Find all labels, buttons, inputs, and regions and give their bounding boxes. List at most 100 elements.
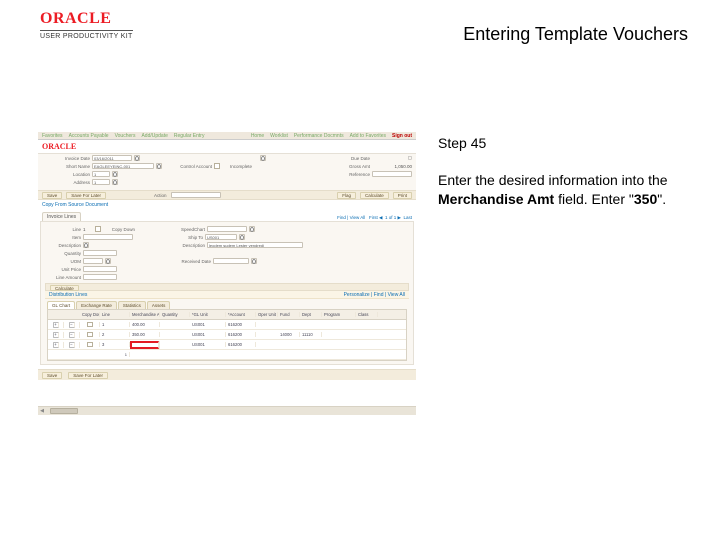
tab-gl-chart[interactable]: GL Chart	[47, 301, 75, 309]
copydown-check[interactable]	[87, 332, 93, 337]
crumb[interactable]: Accounts Payable	[69, 133, 109, 139]
gross-label: Gross Amt	[334, 164, 370, 169]
ref-label: Reference	[334, 172, 370, 177]
action-label: Action	[154, 193, 167, 198]
cell-line: 3	[100, 342, 130, 347]
tab-exchange-rate[interactable]: Exchange Rate	[76, 301, 117, 309]
col-program: Program	[322, 312, 356, 317]
received-label: Received Date	[169, 259, 211, 264]
lookup-icon[interactable]	[83, 242, 89, 248]
lookup-icon[interactable]	[105, 258, 111, 264]
cell-glunit[interactable]: US001	[190, 332, 226, 337]
uom-field[interactable]	[83, 258, 103, 264]
toplink[interactable]: Home	[251, 133, 264, 139]
remove-row-icon[interactable]: −	[69, 322, 75, 328]
col-merch-amt: Merchandise Amt	[130, 312, 160, 317]
grid-nav[interactable]: Find | View All First ◀ 1 of 1 ▶ Last	[337, 215, 416, 221]
scrollbar-thumb[interactable]	[50, 408, 78, 414]
cell-account[interactable]: 616200	[226, 332, 256, 337]
received-field[interactable]	[213, 258, 249, 264]
save-for-later-button[interactable]: Save For Later	[66, 192, 106, 199]
crumb[interactable]: Vouchers	[115, 133, 136, 139]
lookup-icon[interactable]	[112, 179, 118, 185]
remove-row-icon[interactable]: −	[69, 342, 75, 348]
line-amt-field[interactable]	[83, 274, 117, 280]
merchandise-amt-input-highlighted[interactable]	[130, 341, 159, 349]
dist-lines-link[interactable]: Distribution Lines	[49, 292, 87, 297]
flag-button[interactable]: Flag	[337, 192, 356, 199]
address-field[interactable]: 1	[92, 179, 110, 185]
location-field[interactable]: 1	[92, 171, 110, 177]
item-field[interactable]	[83, 234, 133, 240]
toplink[interactable]: Performance Docmnts	[294, 133, 344, 139]
short-name-field[interactable]: EAGLEEYEINC-001	[92, 163, 154, 169]
lookup-icon[interactable]	[156, 163, 162, 169]
crumb[interactable]: Regular Entry	[174, 133, 205, 139]
print-button[interactable]: Print	[393, 192, 412, 199]
cell-account[interactable]: 616200	[226, 342, 256, 347]
gross-value: 1,050.00	[372, 164, 412, 169]
desc-field[interactable]: leodem sudem Lester vendredi	[207, 242, 303, 248]
calculate-line-button[interactable]: Calculate	[50, 285, 79, 291]
grid-row: + − 3 US001 616200	[48, 340, 406, 350]
incomplete-checkbox[interactable]	[214, 163, 220, 169]
horizontal-scrollbar[interactable]: ◀	[38, 406, 416, 415]
embedded-screenshot: Favorites Accounts Payable Vouchers Add/…	[38, 132, 416, 418]
incomplete-label: Incomplete	[222, 164, 252, 169]
lookup-icon[interactable]	[260, 155, 266, 161]
cell-merch-amt[interactable]: 350.00	[130, 332, 160, 337]
qty-field[interactable]	[83, 250, 117, 256]
unit-price-field[interactable]	[83, 266, 117, 272]
copydown-check[interactable]	[87, 322, 93, 327]
personalize-link[interactable]: Personalize | Find | View All	[344, 292, 405, 297]
cell-account[interactable]: 616200	[226, 322, 256, 327]
grid-row: + − 2 350.00 US001 616200 14000 11110	[48, 330, 406, 340]
lookup-icon[interactable]	[239, 234, 245, 240]
line-label: Line	[45, 227, 81, 232]
page-title: Entering Template Vouchers	[463, 24, 688, 45]
action-select[interactable]	[171, 192, 221, 198]
copy-from-source-link[interactable]: Copy From Source Document	[38, 200, 416, 210]
col-copy-down: Copy Down	[80, 312, 100, 317]
col-line: Line	[100, 312, 130, 317]
cell-dept[interactable]: 11110	[300, 332, 322, 337]
add-row-icon[interactable]: +	[53, 322, 59, 328]
remove-row-icon[interactable]: −	[69, 332, 75, 338]
add-row-icon[interactable]: +	[53, 332, 59, 338]
invoice-date-field[interactable]: 03/16/2011	[92, 155, 132, 161]
add-row-icon[interactable]: +	[53, 342, 59, 348]
copy-down-checkbox[interactable]	[95, 226, 101, 232]
cell-merch-amt[interactable]: 400.00	[130, 322, 160, 327]
uom-label: UOM	[45, 259, 81, 264]
tab-assets[interactable]: Assets	[147, 301, 171, 309]
cell-glunit[interactable]: US001	[190, 342, 226, 347]
dist-tabs: GL Chart Exchange Rate Statistics Assets	[47, 301, 407, 309]
instruction-part1: Enter the desired information into the	[438, 172, 668, 188]
save-for-later-button-bottom[interactable]: Save For Later	[68, 372, 108, 379]
col-gl-unit: *GL Unit	[190, 312, 226, 317]
cell-glunit[interactable]: US001	[190, 322, 226, 327]
crumb[interactable]: Favorites	[42, 133, 63, 139]
copydown-check[interactable]	[87, 342, 93, 347]
instruction-value: 350	[634, 191, 657, 207]
save-button[interactable]: Save	[42, 192, 62, 199]
shipto-field[interactable]: US001	[205, 234, 237, 240]
crumb[interactable]: Add/Update	[141, 133, 167, 139]
save-button-bottom[interactable]: Save	[42, 372, 62, 379]
tab-statistics[interactable]: Statistics	[118, 301, 146, 309]
calculate-button[interactable]: Calculate	[360, 192, 389, 199]
address-label: Address	[42, 180, 90, 185]
sign-out-link[interactable]: Sign out	[392, 133, 412, 139]
ref-field[interactable]	[372, 171, 412, 177]
speedchart-field[interactable]	[207, 226, 247, 232]
cell-fund[interactable]: 14000	[278, 332, 300, 337]
app-logo: ORACLE	[38, 140, 416, 153]
invoice-lines-tab[interactable]: Invoice Lines	[42, 212, 81, 221]
toplink[interactable]: Add to Favorites	[350, 133, 386, 139]
lookup-icon[interactable]	[249, 226, 255, 232]
toplink[interactable]: Worklist	[270, 133, 288, 139]
lookup-icon[interactable]	[112, 171, 118, 177]
calendar-icon[interactable]	[251, 258, 257, 264]
calendar-icon[interactable]	[134, 155, 140, 161]
col-account: *Account	[226, 312, 256, 317]
